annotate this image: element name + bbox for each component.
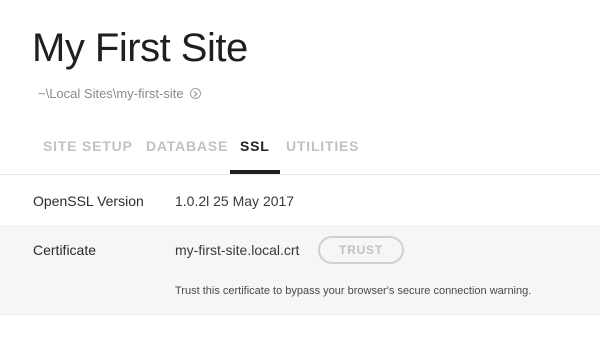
tab-utilities[interactable]: UTILITIES: [286, 138, 359, 174]
certificate-label: Certificate: [33, 242, 97, 258]
openssl-version-value: 1.0.2l 25 May 2017: [175, 193, 295, 209]
site-path-text: ~\Local Sites\my-first-site: [38, 86, 184, 101]
trust-hint: Trust this certificate to bypass your br…: [175, 285, 532, 297]
site-path: ~\Local Sites\my-first-site: [38, 86, 201, 101]
certificate-filename: my-first-site.local.crt: [175, 242, 300, 258]
openssl-version-row: OpenSSL Version 1.0.2l 25 May 2017: [0, 177, 600, 227]
tab-site-setup[interactable]: SITE SETUP: [43, 138, 133, 174]
tab-database[interactable]: DATABASE: [146, 138, 228, 174]
certificate-row: Certificate my-first-site.local.crt TRUS…: [0, 227, 600, 315]
tab-bar: SITE SETUP DATABASE SSL UTILITIES: [0, 128, 600, 175]
openssl-version-label: OpenSSL Version: [33, 193, 144, 209]
tab-ssl[interactable]: SSL: [230, 138, 280, 174]
circle-arrow-right-icon[interactable]: [189, 88, 201, 99]
page-title: My First Site: [32, 26, 248, 70]
trust-button[interactable]: TRUST: [318, 236, 404, 264]
